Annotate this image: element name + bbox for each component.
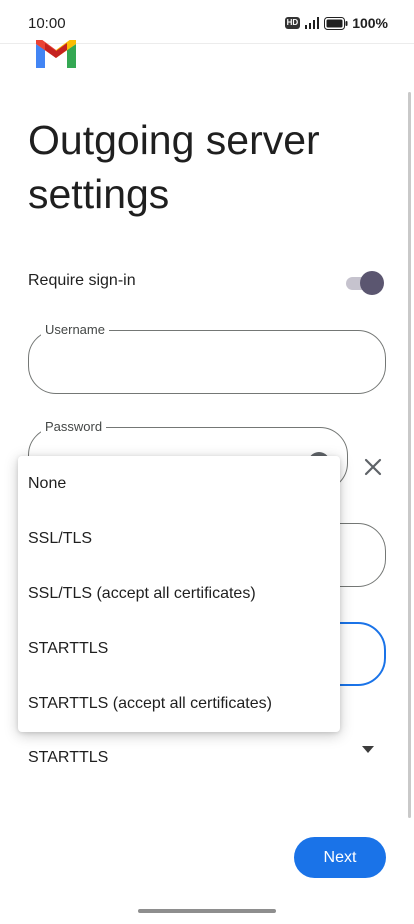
battery-icon <box>324 16 348 30</box>
page-title: Outgoing server settings <box>28 117 320 217</box>
signal-icon <box>305 17 320 29</box>
menu-item-starttls-accept-all[interactable]: STARTTLS (accept all certificates) <box>18 676 340 731</box>
security-type-dropdown: None SSL/TLS SSL/TLS (accept all certifi… <box>18 456 340 732</box>
menu-item-ssl-tls[interactable]: SSL/TLS <box>18 511 340 566</box>
home-indicator[interactable] <box>138 909 276 913</box>
username-field[interactable]: Username <box>28 322 386 394</box>
hd-badge: HD <box>284 17 301 29</box>
status-icons: HD 100% <box>284 15 388 31</box>
status-bar: 10:00 HD 100% <box>0 0 414 44</box>
status-time: 10:00 <box>28 15 66 32</box>
require-signin-label: Require sign-in <box>28 272 136 289</box>
menu-item-ssl-tls-accept-all[interactable]: SSL/TLS (accept all certificates) <box>18 566 340 621</box>
username-label: Username <box>41 322 109 337</box>
security-type-value[interactable]: STARTTLS <box>28 749 108 767</box>
close-icon[interactable] <box>362 456 384 478</box>
menu-item-none[interactable]: None <box>18 456 340 511</box>
menu-item-starttls[interactable]: STARTTLS <box>18 621 340 676</box>
dropdown-arrow-icon[interactable] <box>362 746 374 754</box>
password-label: Password <box>41 419 107 434</box>
next-button[interactable]: Next <box>294 837 386 878</box>
gmail-logo-icon <box>36 40 76 68</box>
scrollbar[interactable] <box>408 92 411 818</box>
toggle-thumb <box>360 271 384 295</box>
battery-percent: 100% <box>352 15 388 31</box>
require-signin-toggle[interactable] <box>344 271 384 295</box>
